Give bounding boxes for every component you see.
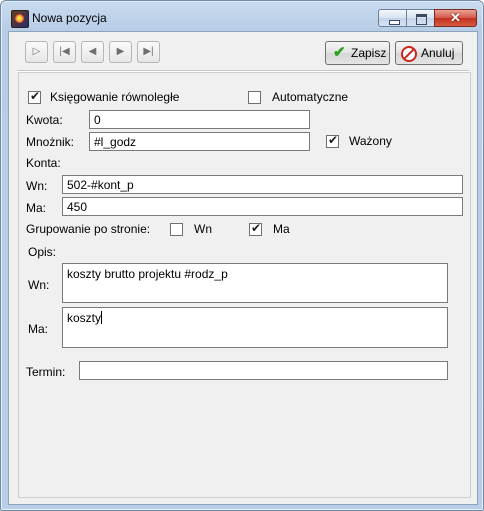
grouping-label: Grupowanie po stronie: [26,222,151,236]
close-button[interactable]: ✕ [434,9,477,27]
close-icon: ✕ [450,10,461,25]
first-record-button-2[interactable]: |◀ [53,41,76,63]
window-title: Nowa pozycja [32,11,107,25]
account-wn-label: Wn: [26,179,48,193]
form-panel: Księgowanie równoległe Automatyczne Kwot… [18,72,471,498]
next-record-button[interactable]: ▶ [109,41,132,63]
next-record-icon: ▶ [116,46,125,57]
save-button-label: Zapisz [351,46,387,60]
last-record-icon: ▶| [143,46,154,57]
last-record-button[interactable]: ▶| [137,41,160,63]
group-wn-checkbox[interactable] [170,223,183,236]
save-button[interactable]: ✔ Zapisz [325,41,390,65]
app-icon [11,10,29,28]
skip-start-icon: |◀ [59,46,70,57]
first-record-button[interactable]: ▷ [25,41,48,63]
mnoznik-label: Mnożnik: [26,135,75,149]
first-record-icon: ▷ [32,46,41,57]
maximize-icon [416,14,427,25]
opis-wn-textarea[interactable]: koszty brutto projektu #rodz_p [62,263,448,303]
kwota-field[interactable]: 0 [89,110,310,129]
opis-label: Opis: [28,245,57,259]
cancel-button[interactable]: Anuluj [395,41,463,65]
group-wn-label: Wn [194,222,212,236]
check-icon: ✔ [333,44,346,61]
maximize-button[interactable] [406,9,435,27]
opis-ma-text: koszty [67,311,102,325]
minimize-button[interactable] [378,9,407,27]
cancel-icon [401,46,417,62]
termin-field[interactable] [79,361,448,380]
cancel-button-label: Anuluj [421,46,455,60]
minimize-icon [389,20,400,25]
mnoznik-field[interactable]: #l_godz [89,132,310,151]
automatic-label: Automatyczne [272,90,349,104]
kwota-label: Kwota: [26,113,63,127]
account-wn-field[interactable]: 502-#kont_p [62,175,463,194]
opis-wn-label: Wn: [28,278,50,292]
prev-record-icon: ◀ [88,46,97,57]
opis-ma-label: Ma: [28,322,49,336]
automatic-checkbox[interactable] [248,91,261,104]
wazony-checkbox[interactable] [326,133,339,148]
dialog-window: Nowa pozycja ✕ ▷ |◀ ◀ ▶ ▶| ✔ Zapisz Anul… [0,0,484,511]
text-caret [101,311,103,324]
parallel-booking-label: Księgowanie równoległe [50,90,180,104]
prev-record-button[interactable]: ◀ [81,41,104,63]
account-ma-label: Ma: [26,201,47,215]
dialog-body: ▷ |◀ ◀ ▶ ▶| ✔ Zapisz Anuluj Księgowanie … [8,31,478,505]
account-ma-field[interactable]: 450 [62,197,463,216]
wazony-label: Ważony [349,134,392,148]
group-ma-label: Ma [273,222,290,236]
parallel-booking-checkbox[interactable] [28,89,41,104]
opis-ma-textarea[interactable]: koszty [62,307,448,348]
group-ma-checkbox[interactable] [249,221,262,236]
termin-label: Termin: [26,365,66,379]
konta-label: Konta: [26,156,61,170]
title-bar[interactable]: Nowa pozycja ✕ [1,1,483,35]
